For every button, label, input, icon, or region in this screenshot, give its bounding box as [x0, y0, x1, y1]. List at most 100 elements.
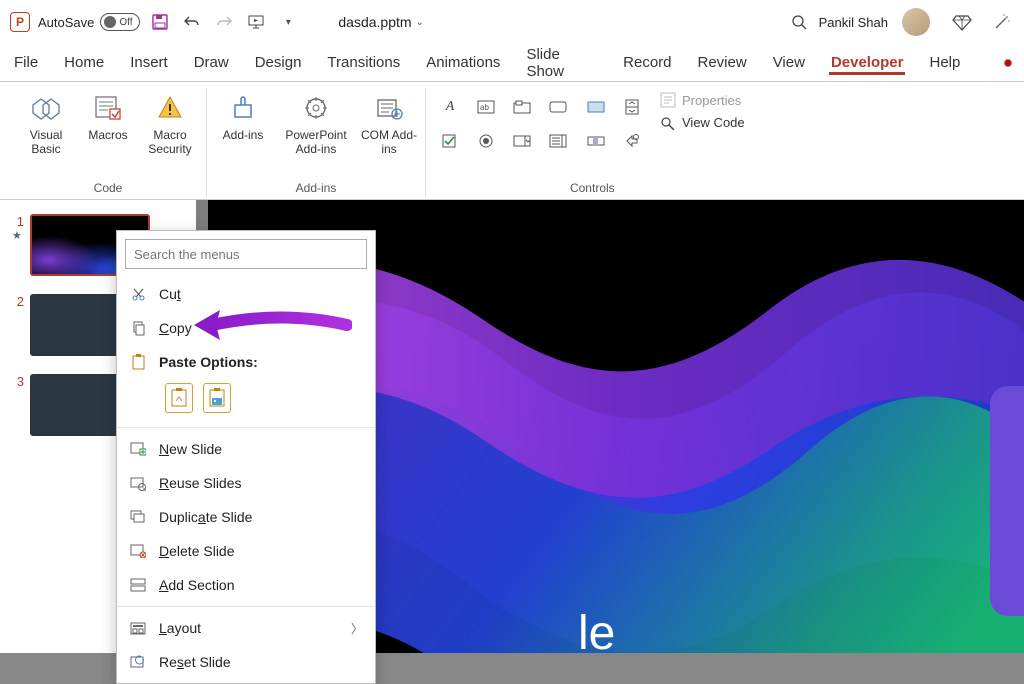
control-group-button[interactable]: [506, 92, 538, 122]
svg-text:ab: ab: [480, 103, 489, 112]
com-addins-button[interactable]: COM Add-ins: [361, 88, 417, 157]
group-addins-label: Add-ins: [296, 179, 337, 197]
controls-grid: A ab: [434, 88, 574, 156]
undo-button[interactable]: [180, 10, 204, 34]
properties-label: Properties: [682, 93, 741, 108]
group-controls-label: Controls: [570, 179, 615, 197]
menu-add-section[interactable]: Add Section: [117, 568, 375, 602]
tab-slideshow[interactable]: Slide Show: [524, 42, 599, 84]
macro-security-button[interactable]: Macro Security: [142, 88, 198, 157]
ribbon: Visual Basic Macros Macro Security Code …: [0, 82, 1024, 200]
search-icon[interactable]: [787, 10, 811, 34]
tab-file[interactable]: File: [12, 50, 40, 75]
tab-insert[interactable]: Insert: [128, 50, 170, 75]
thumb-number: 3: [10, 374, 24, 389]
tab-record[interactable]: Record: [621, 50, 673, 75]
control-button-button[interactable]: [542, 92, 574, 122]
control-textbox-button[interactable]: ab: [470, 92, 502, 122]
premium-diamond-icon[interactable]: [950, 10, 974, 34]
control-list-button[interactable]: [542, 126, 574, 156]
layout-label: Layout: [159, 620, 201, 636]
tab-transitions[interactable]: Transitions: [325, 50, 402, 75]
visual-basic-button[interactable]: Visual Basic: [18, 88, 74, 157]
tab-animations[interactable]: Animations: [424, 50, 502, 75]
chevron-right-icon: 〉: [351, 620, 363, 637]
tab-view[interactable]: View: [771, 50, 807, 75]
tab-design[interactable]: Design: [253, 50, 304, 75]
ppt-addins-button[interactable]: PowerPoint Add-ins: [277, 88, 355, 157]
control-combo-button[interactable]: [506, 126, 538, 156]
control-radio-button[interactable]: [470, 126, 502, 156]
animation-star-icon: ★: [12, 229, 24, 242]
magic-wand-icon[interactable]: [990, 10, 1014, 34]
com-addins-label: COM Add-ins: [361, 128, 417, 157]
avatar[interactable]: [902, 8, 930, 36]
tab-home[interactable]: Home: [62, 50, 106, 75]
ppt-addins-label: PowerPoint Add-ins: [277, 128, 355, 157]
menu-new-slide[interactable]: New Slide: [117, 432, 375, 466]
reuse-icon: [129, 474, 147, 492]
macros-button[interactable]: Macros: [80, 88, 136, 142]
new-slide-label: New Slide: [159, 441, 222, 457]
reset-icon: [129, 653, 147, 671]
filename-text: dasda.pptm: [338, 14, 411, 30]
redo-button[interactable]: [212, 10, 236, 34]
autosave-label: AutoSave: [38, 15, 94, 30]
username-label: Pankil Shah: [819, 15, 888, 30]
powerpoint-app-icon: P: [10, 12, 30, 32]
record-indicator-icon[interactable]: [1004, 59, 1012, 67]
layout-icon: [129, 619, 147, 637]
paste-keep-formatting[interactable]: [165, 383, 193, 413]
control-scrollbar-button[interactable]: [580, 126, 612, 156]
delete-slide-label: Delete Slide: [159, 543, 235, 559]
menu-search-input[interactable]: [125, 239, 367, 269]
tab-review[interactable]: Review: [696, 50, 749, 75]
menu-duplicate-slide[interactable]: Duplicate Slide: [117, 500, 375, 534]
menu-copy-label: Copy: [159, 320, 192, 336]
menu-reset-slide[interactable]: Reset Slide: [117, 645, 375, 679]
control-more-button[interactable]: [616, 126, 648, 156]
tab-help[interactable]: Help: [927, 50, 962, 75]
view-code-button[interactable]: View Code: [660, 114, 745, 130]
menu-paste-options-header: Paste Options:: [117, 345, 375, 379]
addins-label: Add-ins: [223, 128, 264, 142]
control-label-button[interactable]: A: [434, 92, 466, 122]
visual-basic-label: Visual Basic: [18, 128, 74, 157]
scissors-icon: [129, 285, 147, 303]
group-code-label: Code: [94, 179, 123, 197]
decorative-shape: [990, 386, 1024, 616]
copy-icon: [129, 319, 147, 337]
section-icon: [129, 576, 147, 594]
addins-button[interactable]: Add-ins: [215, 88, 271, 142]
reuse-slides-label: Reuse Slides: [159, 475, 242, 491]
menu-layout[interactable]: Layout 〉: [117, 611, 375, 645]
clipboard-icon: [129, 353, 147, 371]
control-spin-button[interactable]: [616, 92, 648, 122]
ribbon-tabs: File Home Insert Draw Design Transitions…: [0, 44, 1024, 82]
autosave-state: Off: [119, 17, 132, 28]
properties-button[interactable]: Properties: [660, 92, 745, 108]
menu-reuse-slides[interactable]: Reuse Slides: [117, 466, 375, 500]
menu-delete-slide[interactable]: Delete Slide: [117, 534, 375, 568]
paste-picture[interactable]: [203, 383, 231, 413]
delete-icon: [129, 542, 147, 560]
menu-cut[interactable]: Cut: [117, 277, 375, 311]
save-button[interactable]: [148, 10, 172, 34]
macro-security-label: Macro Security: [142, 128, 198, 157]
macros-label: Macros: [88, 128, 127, 142]
control-checkbox-button[interactable]: [434, 126, 466, 156]
menu-copy[interactable]: Copy: [117, 311, 375, 345]
filename-button[interactable]: dasda.pptm ⌄: [338, 14, 424, 30]
thumb-number: 1: [10, 214, 24, 229]
tab-draw[interactable]: Draw: [192, 50, 231, 75]
tab-developer[interactable]: Developer: [829, 50, 906, 75]
present-button[interactable]: [244, 10, 268, 34]
slide-title-fragment: le: [578, 606, 615, 653]
slide-context-menu: Cut Copy Paste Options: New Slide Reuse …: [116, 230, 376, 684]
add-section-label: Add Section: [159, 577, 235, 593]
autosave-toggle[interactable]: Off: [100, 13, 140, 31]
qat-overflow[interactable]: ▾: [276, 10, 300, 34]
menu-cut-label: Cut: [159, 286, 181, 302]
duplicate-slide-label: Duplicate Slide: [159, 509, 252, 525]
control-toggle-button[interactable]: [580, 92, 612, 122]
